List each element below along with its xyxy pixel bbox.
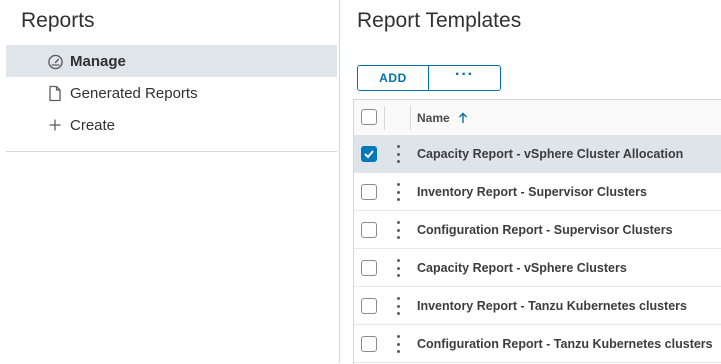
row-actions-kebab-icon[interactable] (394, 145, 402, 163)
table-row[interactable]: Configuration Report - Tanzu Kubernetes … (354, 325, 721, 363)
row-name: Inventory Report - Tanzu Kubernetes clus… (417, 299, 687, 313)
table-row[interactable]: Configuration Report - Supervisor Cluste… (354, 211, 721, 249)
sidebar-item-create[interactable]: Create (6, 109, 337, 141)
row-actions-kebab-icon[interactable] (394, 297, 402, 315)
page-title: Report Templates (357, 9, 522, 32)
sidebar-divider (6, 151, 337, 152)
row-checkbox[interactable] (361, 298, 377, 314)
checkmark-icon (364, 150, 374, 159)
row-checkbox[interactable] (361, 260, 377, 276)
row-checkbox[interactable] (361, 222, 377, 238)
sidebar-item-label: Generated Reports (70, 84, 198, 102)
sidebar-item-label: Create (70, 116, 116, 134)
more-actions-button[interactable]: ··· (429, 66, 500, 90)
row-actions-kebab-icon[interactable] (394, 335, 402, 353)
row-actions-kebab-icon[interactable] (394, 259, 402, 277)
toolbar-button-group: ADD ··· (357, 65, 501, 91)
row-name: Capacity Report - vSphere Clusters (417, 261, 627, 275)
row-name: Inventory Report - Supervisor Clusters (417, 185, 647, 199)
row-checkbox[interactable] (361, 336, 377, 352)
sidebar-item-generated-reports[interactable]: Generated Reports (6, 77, 337, 109)
table-header: Name (354, 100, 721, 136)
sort-ascending-icon (458, 112, 468, 124)
table-row[interactable]: Inventory Report - Tanzu Kubernetes clus… (354, 287, 721, 325)
sidebar-title: Reports (21, 9, 95, 32)
sidebar-item-label: Manage (70, 52, 126, 70)
add-button[interactable]: ADD (358, 66, 429, 90)
dashboard-gauge-icon (46, 52, 64, 70)
select-all-checkbox[interactable] (361, 109, 377, 125)
document-icon (46, 84, 64, 102)
row-name: Capacity Report - vSphere Cluster Alloca… (417, 147, 684, 161)
row-actions-kebab-icon[interactable] (394, 221, 402, 239)
table-row[interactable]: Inventory Report - Supervisor Clusters (354, 173, 721, 211)
table-row[interactable]: Capacity Report - vSphere Clusters (354, 249, 721, 287)
column-header-label: Name (417, 110, 450, 125)
row-checkbox[interactable] (361, 146, 377, 162)
column-separator (384, 106, 385, 130)
column-header-name[interactable]: Name (417, 100, 468, 135)
sidebar: Reports Manage Generated Reports Create (0, 0, 340, 363)
main-content: Report Templates ADD ··· Name Capacity R… (340, 0, 721, 364)
column-separator (410, 106, 411, 130)
sidebar-item-manage[interactable]: Manage (6, 45, 337, 77)
row-checkbox[interactable] (361, 184, 377, 200)
row-actions-kebab-icon[interactable] (394, 183, 402, 201)
plus-icon (46, 116, 64, 134)
row-name: Configuration Report - Supervisor Cluste… (417, 223, 673, 237)
report-templates-grid: Name Capacity Report - vSphere Cluster A… (353, 99, 721, 364)
row-name: Configuration Report - Tanzu Kubernetes … (417, 337, 713, 351)
table-row[interactable]: Capacity Report - vSphere Cluster Alloca… (354, 135, 721, 173)
